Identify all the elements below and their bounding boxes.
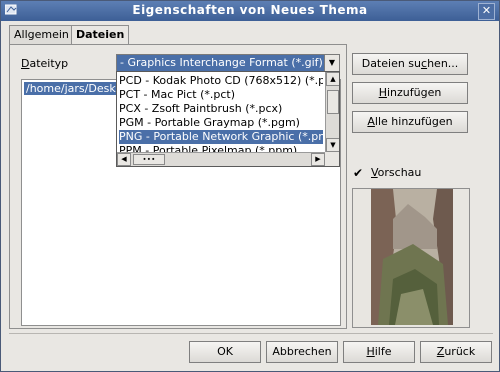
dropdown-option-pcd[interactable]: PCD - Kodak Photo CD (768x512) (*.pcd): [119, 74, 323, 88]
dropdown-option-pcx[interactable]: PCX - Zsoft Paintbrush (*.pcx): [119, 102, 323, 116]
filetype-select[interactable]: - Graphics Interchange Format (*.gif) ▼: [116, 54, 340, 72]
window-title: Eigenschaften von Neues Thema: [132, 3, 368, 17]
file-list-item[interactable]: /home/jars/Deskt: [24, 82, 123, 95]
scroll-down-icon[interactable]: ▼: [326, 138, 339, 152]
scroll-right-icon[interactable]: ▶: [311, 153, 325, 166]
rock-landscape-image: [353, 189, 469, 327]
horizontal-scroll-thumb[interactable]: ∙∙∙: [133, 154, 165, 165]
help-button[interactable]: Hilfe: [343, 341, 415, 363]
add-button[interactable]: Hinzufügen: [352, 82, 468, 104]
scrollbar-corner: [325, 152, 339, 166]
scroll-up-icon[interactable]: ▲: [326, 72, 339, 86]
filetype-dropdown-list[interactable]: PCD - Kodak Photo CD (768x512) (*.pcd) P…: [116, 71, 340, 167]
filetype-label: Dateityp: [21, 57, 69, 70]
tab-allgemein-label: Allgemein: [14, 28, 69, 41]
tab-dateien[interactable]: Dateien: [71, 25, 130, 45]
back-button[interactable]: Zurück: [420, 341, 492, 363]
dropdown-option-pgm[interactable]: PGM - Portable Graymap (*.pgm): [119, 116, 323, 130]
preview-label: Vorschau: [371, 166, 422, 179]
scroll-left-icon[interactable]: ◀: [117, 153, 131, 166]
tab-allgemein[interactable]: Allgemein: [9, 25, 74, 44]
preview-image: [352, 188, 470, 328]
dropdown-option-png[interactable]: PNG - Portable Network Graphic (*.png): [119, 130, 323, 144]
vertical-scrollbar[interactable]: ▲ ▼: [325, 72, 339, 152]
ok-button[interactable]: OK: [189, 341, 261, 363]
horizontal-scrollbar[interactable]: ◀ ∙∙∙ ▶: [117, 152, 325, 166]
title-bar: Eigenschaften von Neues Thema ✕: [1, 1, 499, 21]
chevron-down-icon[interactable]: ▼: [324, 55, 339, 71]
tab-dateien-label: Dateien: [76, 28, 125, 41]
add-all-button[interactable]: Alle hinzufügen: [352, 111, 468, 133]
filetype-selected-value: - Graphics Interchange Format (*.gif): [120, 56, 323, 69]
dropdown-option-pct[interactable]: PCT - Mac Pict (*.pct): [119, 88, 323, 102]
preview-checkbox[interactable]: ✔: [353, 167, 366, 180]
vertical-scroll-thumb[interactable]: [327, 90, 339, 114]
cancel-button[interactable]: Abbrechen: [266, 341, 338, 363]
bottom-separator: [9, 333, 493, 334]
search-files-button[interactable]: Dateien suchen...: [352, 53, 468, 75]
properties-dialog: Eigenschaften von Neues Thema ✕ Allgemei…: [0, 0, 500, 372]
close-icon[interactable]: ✕: [478, 3, 495, 20]
